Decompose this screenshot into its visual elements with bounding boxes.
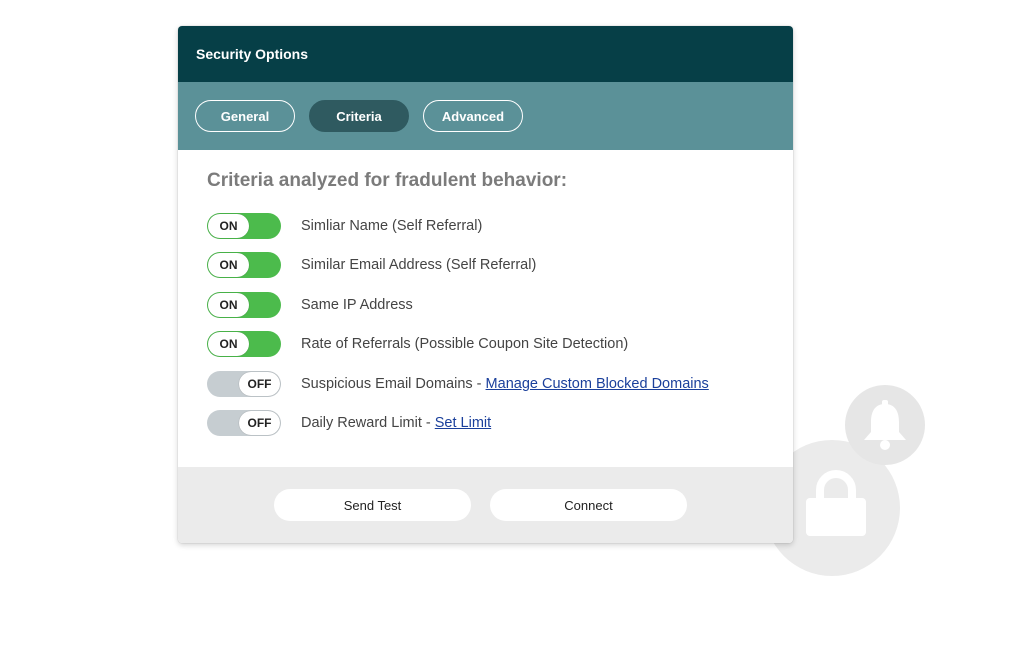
criteria-row-same-ip: ON Same IP Address xyxy=(207,285,793,325)
card-header: Security Options xyxy=(178,26,793,82)
toggle-state: ON xyxy=(208,253,249,278)
suspicious-domains-label: Suspicious Email Domains - xyxy=(301,375,486,392)
card-title: Security Options xyxy=(196,46,309,62)
criteria-row-rate-of-referrals: ON Rate of Referrals (Possible Coupon Si… xyxy=(207,325,793,365)
toggle-state: OFF xyxy=(239,411,280,436)
manage-blocked-domains-link[interactable]: Manage Custom Blocked Domains xyxy=(486,376,709,392)
criteria-row-daily-reward-limit: OFF Daily Reward Limit - Set Limit xyxy=(207,404,793,444)
same-ip-toggle[interactable]: ON xyxy=(207,291,281,318)
criteria-panel: Criteria analyzed for fradulent behavior… xyxy=(178,150,793,467)
lock-icon xyxy=(806,470,866,536)
toggle-state: ON xyxy=(208,332,249,357)
same-ip-label: Same IP Address xyxy=(301,296,413,313)
similar-name-label: Simliar Name (Self Referral) xyxy=(301,217,483,234)
daily-reward-limit-toggle[interactable]: OFF xyxy=(207,410,281,437)
similar-email-toggle[interactable]: ON xyxy=(207,252,281,279)
rate-of-referrals-label: Rate of Referrals (Possible Coupon Site … xyxy=(301,336,629,353)
tab-advanced[interactable]: Advanced xyxy=(423,100,523,132)
set-limit-link[interactable]: Set Limit xyxy=(435,415,491,431)
tab-bar: General Criteria Advanced xyxy=(178,82,793,150)
toggle-state: ON xyxy=(208,292,249,317)
connect-button[interactable]: Connect xyxy=(490,489,687,521)
criteria-heading: Criteria analyzed for fradulent behavior… xyxy=(207,170,568,191)
criteria-row-suspicious-domains: OFF Suspicious Email Domains - Manage Cu… xyxy=(207,364,793,404)
security-options-card: Security Options General Criteria Advanc… xyxy=(178,26,793,543)
criteria-row-similar-email: ON Similar Email Address (Self Referral) xyxy=(207,246,793,286)
card-footer: Send Test Connect xyxy=(178,467,793,543)
suspicious-domains-text: Suspicious Email Domains - Manage Custom… xyxy=(301,376,709,392)
suspicious-domains-toggle[interactable]: OFF xyxy=(207,370,281,397)
similar-name-toggle[interactable]: ON xyxy=(207,212,281,239)
criteria-row-similar-name: ON Simliar Name (Self Referral) xyxy=(207,206,793,246)
daily-reward-limit-text: Daily Reward Limit - Set Limit xyxy=(301,415,491,431)
tab-general[interactable]: General xyxy=(195,100,295,132)
send-test-button[interactable]: Send Test xyxy=(274,489,471,521)
similar-email-label: Similar Email Address (Self Referral) xyxy=(301,257,537,274)
bell-icon xyxy=(864,400,906,450)
daily-reward-limit-label: Daily Reward Limit - xyxy=(301,415,435,432)
rate-of-referrals-toggle[interactable]: ON xyxy=(207,331,281,358)
tab-criteria[interactable]: Criteria xyxy=(309,100,409,132)
toggle-state: OFF xyxy=(239,371,280,396)
toggle-state: ON xyxy=(208,213,249,238)
